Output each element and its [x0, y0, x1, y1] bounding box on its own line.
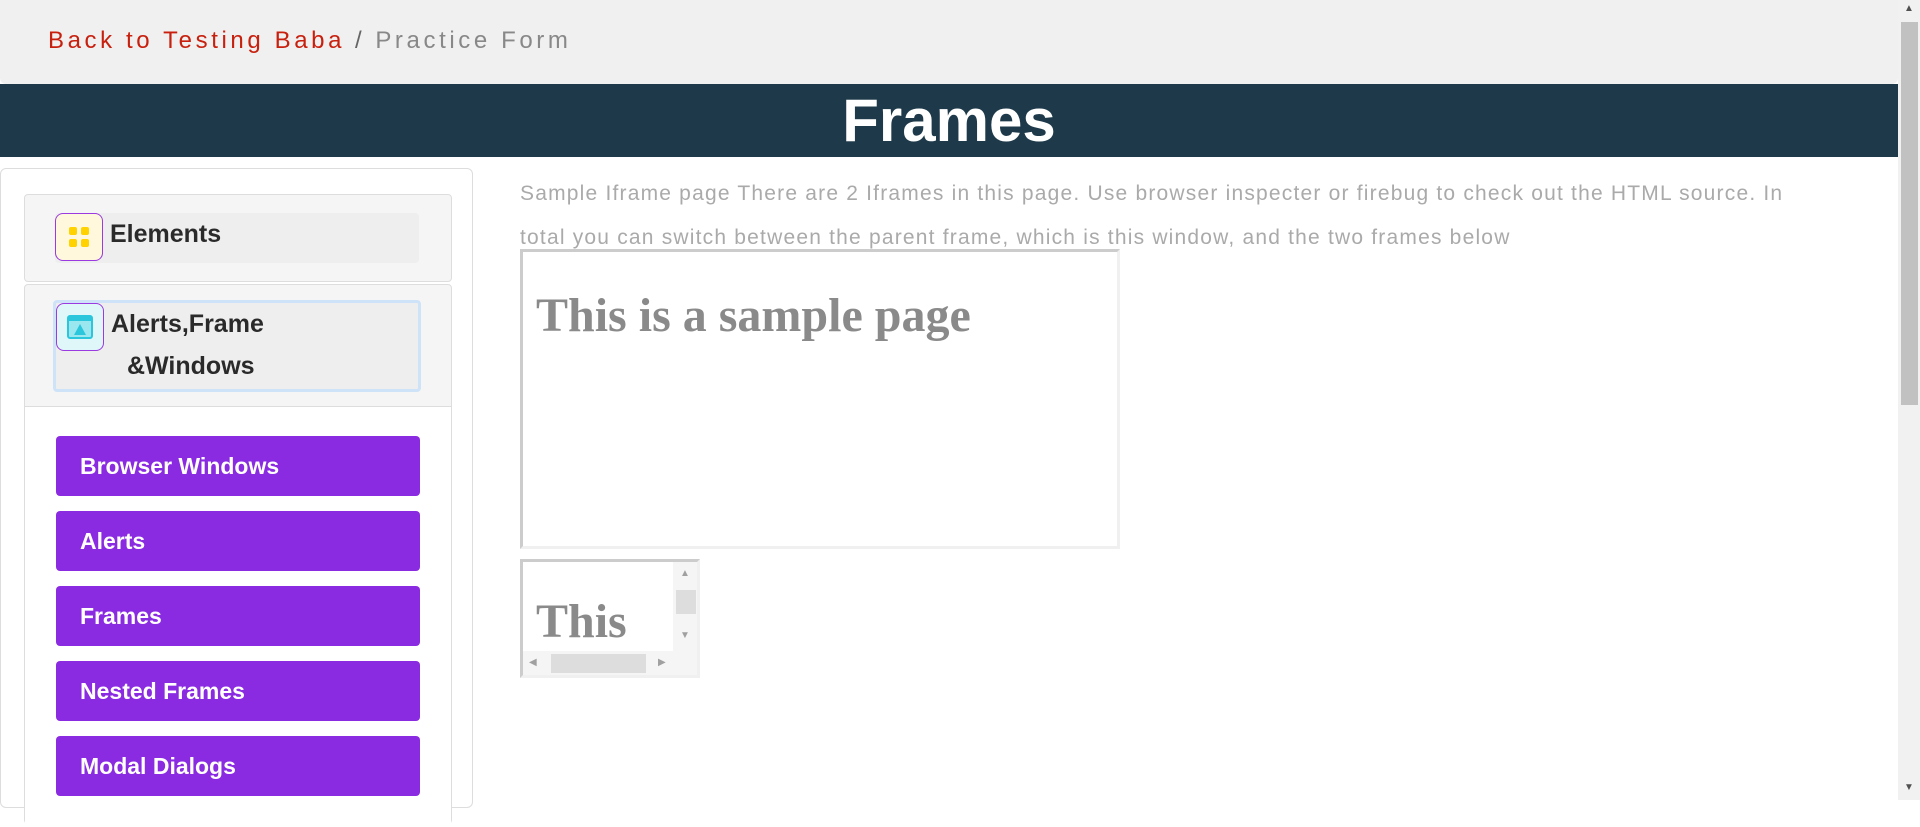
sidebar-group-elements: Elements	[24, 194, 452, 282]
scroll-right-arrow-icon[interactable]: ▶	[658, 657, 666, 668]
grid-icon	[55, 213, 103, 261]
alert-window-icon	[56, 303, 104, 351]
frames-description: Sample Iframe page There are 2 Iframes i…	[520, 182, 1784, 249]
frame-vertical-scrollbar[interactable]: ▲ ▼	[673, 562, 697, 675]
scroll-up-arrow-icon[interactable]: ▲	[1904, 3, 1914, 14]
sidebar-group-label: Alerts,Frame &Windows	[111, 310, 264, 380]
back-to-testing-baba-link[interactable]: Back to Testing Baba	[48, 27, 345, 54]
scroll-down-arrow-icon[interactable]: ▼	[1904, 782, 1914, 793]
scroll-left-arrow-icon[interactable]: ◀	[529, 657, 537, 668]
sidebar-item-nested-frames[interactable]: Nested Frames	[56, 661, 420, 721]
sidebar: Elements Alerts,Frame &Windows Browser Wi…	[0, 168, 473, 827]
sidebar-group-alerts-header[interactable]: Alerts,Frame &Windows	[53, 300, 421, 392]
sidebar-group-elements-header[interactable]: Elements	[55, 213, 419, 263]
frame-horizontal-scrollbar[interactable]: ◀ ▶	[523, 651, 676, 675]
frame-heading: This is a sample page	[536, 289, 971, 342]
sidebar-group-label: Elements	[110, 220, 222, 248]
breadcrumb-separator: /	[355, 27, 366, 54]
sidebar-item-alerts[interactable]: Alerts	[56, 511, 420, 571]
page-scroll-thumb[interactable]	[1901, 22, 1918, 405]
breadcrumb: Back to Testing Baba / Practice Form	[48, 27, 571, 55]
page-title: Frames	[0, 84, 1898, 157]
sidebar-item-modal-dialogs[interactable]: Modal Dialogs	[56, 736, 420, 796]
sidebar-item-frames[interactable]: Frames	[56, 586, 420, 646]
top-bar: Back to Testing Baba / Practice Form	[0, 0, 1898, 84]
sidebar-item-browser-windows[interactable]: Browser Windows	[56, 436, 420, 496]
scroll-thumb[interactable]	[676, 590, 696, 614]
breadcrumb-current: Practice Form	[375, 27, 572, 54]
scroll-thumb[interactable]	[551, 654, 646, 673]
iframe-large[interactable]: This is a sample page	[520, 249, 1120, 549]
iframe-small[interactable]: This ▲ ▼ ◀ ▶	[520, 559, 700, 678]
scroll-down-arrow-icon[interactable]: ▼	[680, 630, 690, 641]
scroll-up-arrow-icon[interactable]: ▲	[680, 568, 690, 579]
page-scrollbar[interactable]: ▲ ▼	[1898, 0, 1920, 800]
frame-heading: This	[536, 595, 627, 648]
